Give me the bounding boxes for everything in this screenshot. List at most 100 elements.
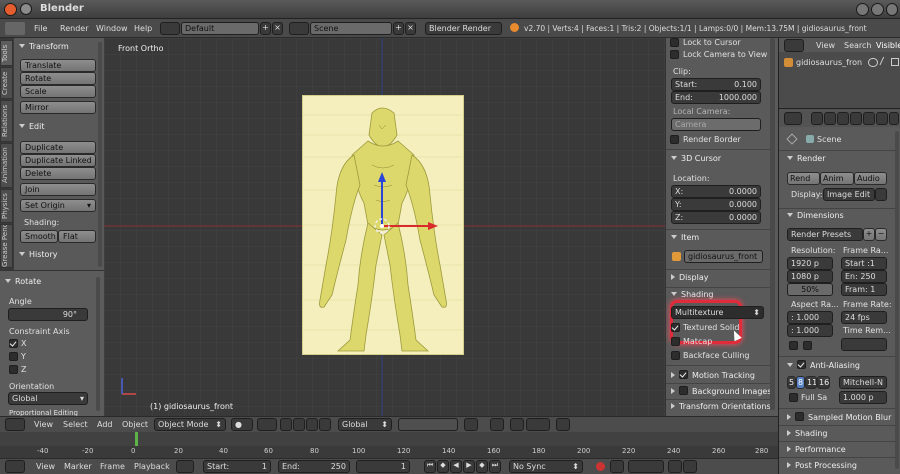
filter-size-field[interactable]: 1.000 p [839, 391, 887, 404]
anti-aliasing-checkbox[interactable] [797, 360, 806, 369]
resolution-y-field[interactable]: 1080 p [787, 270, 833, 283]
background-images-checkbox[interactable] [679, 386, 688, 395]
duplicate-button[interactable]: Duplicate [20, 141, 96, 154]
display-window-icon[interactable] [875, 188, 887, 201]
scene-field[interactable]: Scene [310, 22, 392, 35]
shading-mode-select[interactable]: Multitexture ⬍ [671, 306, 764, 319]
display-select[interactable]: Image Edit [823, 188, 875, 201]
delete-layout-icon[interactable]: × [272, 22, 283, 35]
flat-button[interactable]: Flat [58, 230, 96, 243]
scene-icon[interactable] [289, 22, 309, 35]
properties-scrollbar[interactable] [895, 131, 899, 469]
menu-select[interactable]: Select [63, 420, 88, 429]
outliner-search-menu[interactable]: Search [844, 41, 871, 50]
cursor-select-icon[interactable] [879, 56, 891, 69]
frame-start-field[interactable]: Start :1 [841, 257, 887, 270]
prev-keyframe-icon[interactable]: ◆ [437, 460, 449, 473]
crop-checkbox[interactable] [803, 341, 812, 350]
scene-context-icon[interactable] [837, 112, 849, 125]
item-panel-header[interactable]: Item [671, 233, 699, 242]
menu-marker[interactable]: Marker [64, 462, 92, 471]
render-layers-icon[interactable] [824, 112, 836, 125]
constraint-x-checkbox[interactable] [9, 339, 18, 348]
add-layout-icon[interactable]: + [260, 22, 271, 35]
outliner-editor-icon[interactable] [784, 39, 804, 52]
camera-render-icon[interactable] [891, 58, 899, 66]
dimensions-panel-header[interactable]: Dimensions [787, 211, 844, 220]
display-panel-header[interactable]: Display [671, 273, 709, 282]
close-button[interactable] [886, 3, 898, 16]
add-preset-icon[interactable]: + [863, 228, 875, 241]
edit-panel-header[interactable]: Edit [19, 122, 45, 131]
anti-aliasing-panel-header[interactable]: Anti-Aliasing [787, 360, 860, 370]
delete-button[interactable]: Delete [20, 167, 96, 180]
keying-set-select[interactable] [628, 460, 664, 473]
aa-samples-16[interactable]: 16 [817, 376, 830, 389]
menu-playback[interactable]: Playback [134, 462, 170, 471]
tab-physics[interactable]: Physics [0, 189, 13, 223]
lock-cursor-checkbox[interactable] [670, 38, 679, 47]
insert-keyframe-icon[interactable] [668, 460, 682, 473]
timeline-editor-icon[interactable] [5, 460, 25, 473]
translate-button[interactable]: Translate [20, 59, 96, 72]
frame-step-field[interactable]: Fram: 1 [841, 283, 887, 296]
motion-tracking-panel-header[interactable]: Motion Tracking [671, 370, 755, 380]
cursor-z-field[interactable]: Z: 0.0000 [671, 211, 761, 224]
render-audio-button[interactable]: Audio [854, 172, 887, 185]
motion-tracking-checkbox[interactable] [679, 370, 688, 379]
preview-range-icon[interactable] [176, 460, 194, 473]
start-frame-field[interactable]: Start: 1 [203, 460, 271, 473]
textured-solid-checkbox[interactable] [671, 323, 680, 332]
aa-samples-5[interactable]: 5 [787, 376, 796, 389]
mirror-button[interactable]: Mirror [20, 101, 96, 114]
aspect-y-field[interactable]: : 1.000 [787, 324, 833, 337]
angle-field[interactable]: 90° [8, 308, 88, 321]
cursor-y-field[interactable]: Y: 0.0000 [671, 198, 761, 211]
outliner-display-mode[interactable]: Visible [876, 41, 900, 50]
rotate-button[interactable]: Rotate [20, 72, 96, 85]
history-panel-header[interactable]: History [19, 250, 57, 259]
menu-help[interactable]: Help [134, 24, 152, 33]
duplicate-linked-button[interactable]: Duplicate Linked [20, 154, 96, 167]
timeline[interactable]: -40 -20 0 20 40 60 80 100 120 140 160 18… [0, 432, 778, 458]
menu-window[interactable]: Window [96, 24, 128, 33]
current-frame-field[interactable]: 1 [356, 460, 410, 473]
rotate-operator-header[interactable]: Rotate [5, 277, 41, 286]
shading-properties-panel-header[interactable]: Shading [787, 429, 828, 438]
transform-orientation-select[interactable]: Global ⬍ [338, 418, 392, 431]
keying-set-icon[interactable] [610, 460, 624, 473]
performance-panel-header[interactable]: Performance [787, 445, 846, 454]
menu-view[interactable]: View [34, 420, 53, 429]
smooth-button[interactable]: Smooth [20, 230, 58, 243]
cursor-x-field[interactable]: X: 0.0000 [671, 185, 761, 198]
scale-manipulator-icon[interactable] [319, 418, 331, 431]
jump-end-icon[interactable]: ⏭ [489, 460, 501, 473]
3d-view-editor-icon[interactable] [5, 418, 25, 431]
transform-orientations-panel-header[interactable]: Transform Orientations [671, 402, 771, 411]
snap-icon[interactable] [510, 418, 524, 431]
maximize-button[interactable] [871, 3, 884, 16]
sampled-motion-blur-panel-header[interactable]: Sampled Motion Blur [787, 412, 891, 422]
orientation-select[interactable]: Global ▾ [8, 392, 88, 405]
object-context-icon[interactable] [863, 112, 875, 125]
play-reverse-icon[interactable]: ◀ [450, 460, 462, 473]
border-checkbox[interactable] [789, 341, 798, 350]
clip-start-field[interactable]: Start: 0.100 [671, 78, 761, 91]
add-scene-icon[interactable]: + [393, 22, 404, 35]
constraint-z-checkbox[interactable] [9, 365, 18, 374]
tab-relations[interactable]: Relations [0, 100, 13, 142]
tab-animation[interactable]: Animation [0, 143, 13, 188]
render-animation-button[interactable]: Anim [820, 172, 854, 185]
lock-camera-checkbox[interactable] [670, 50, 679, 59]
pivot-point-select[interactable] [257, 418, 277, 431]
render-preview-icon[interactable] [556, 418, 570, 431]
join-button[interactable]: Join [20, 183, 96, 196]
world-context-icon[interactable] [850, 112, 862, 125]
properties-editor-icon[interactable] [784, 112, 802, 125]
render-context-icon[interactable] [811, 112, 823, 125]
minimize-button[interactable] [856, 3, 869, 16]
properties-region-scrollbar[interactable] [770, 38, 775, 410]
translate-manipulator-icon[interactable] [293, 418, 305, 431]
jump-start-icon[interactable]: ⏮ [424, 460, 436, 473]
modifier-context-icon[interactable] [876, 112, 888, 125]
